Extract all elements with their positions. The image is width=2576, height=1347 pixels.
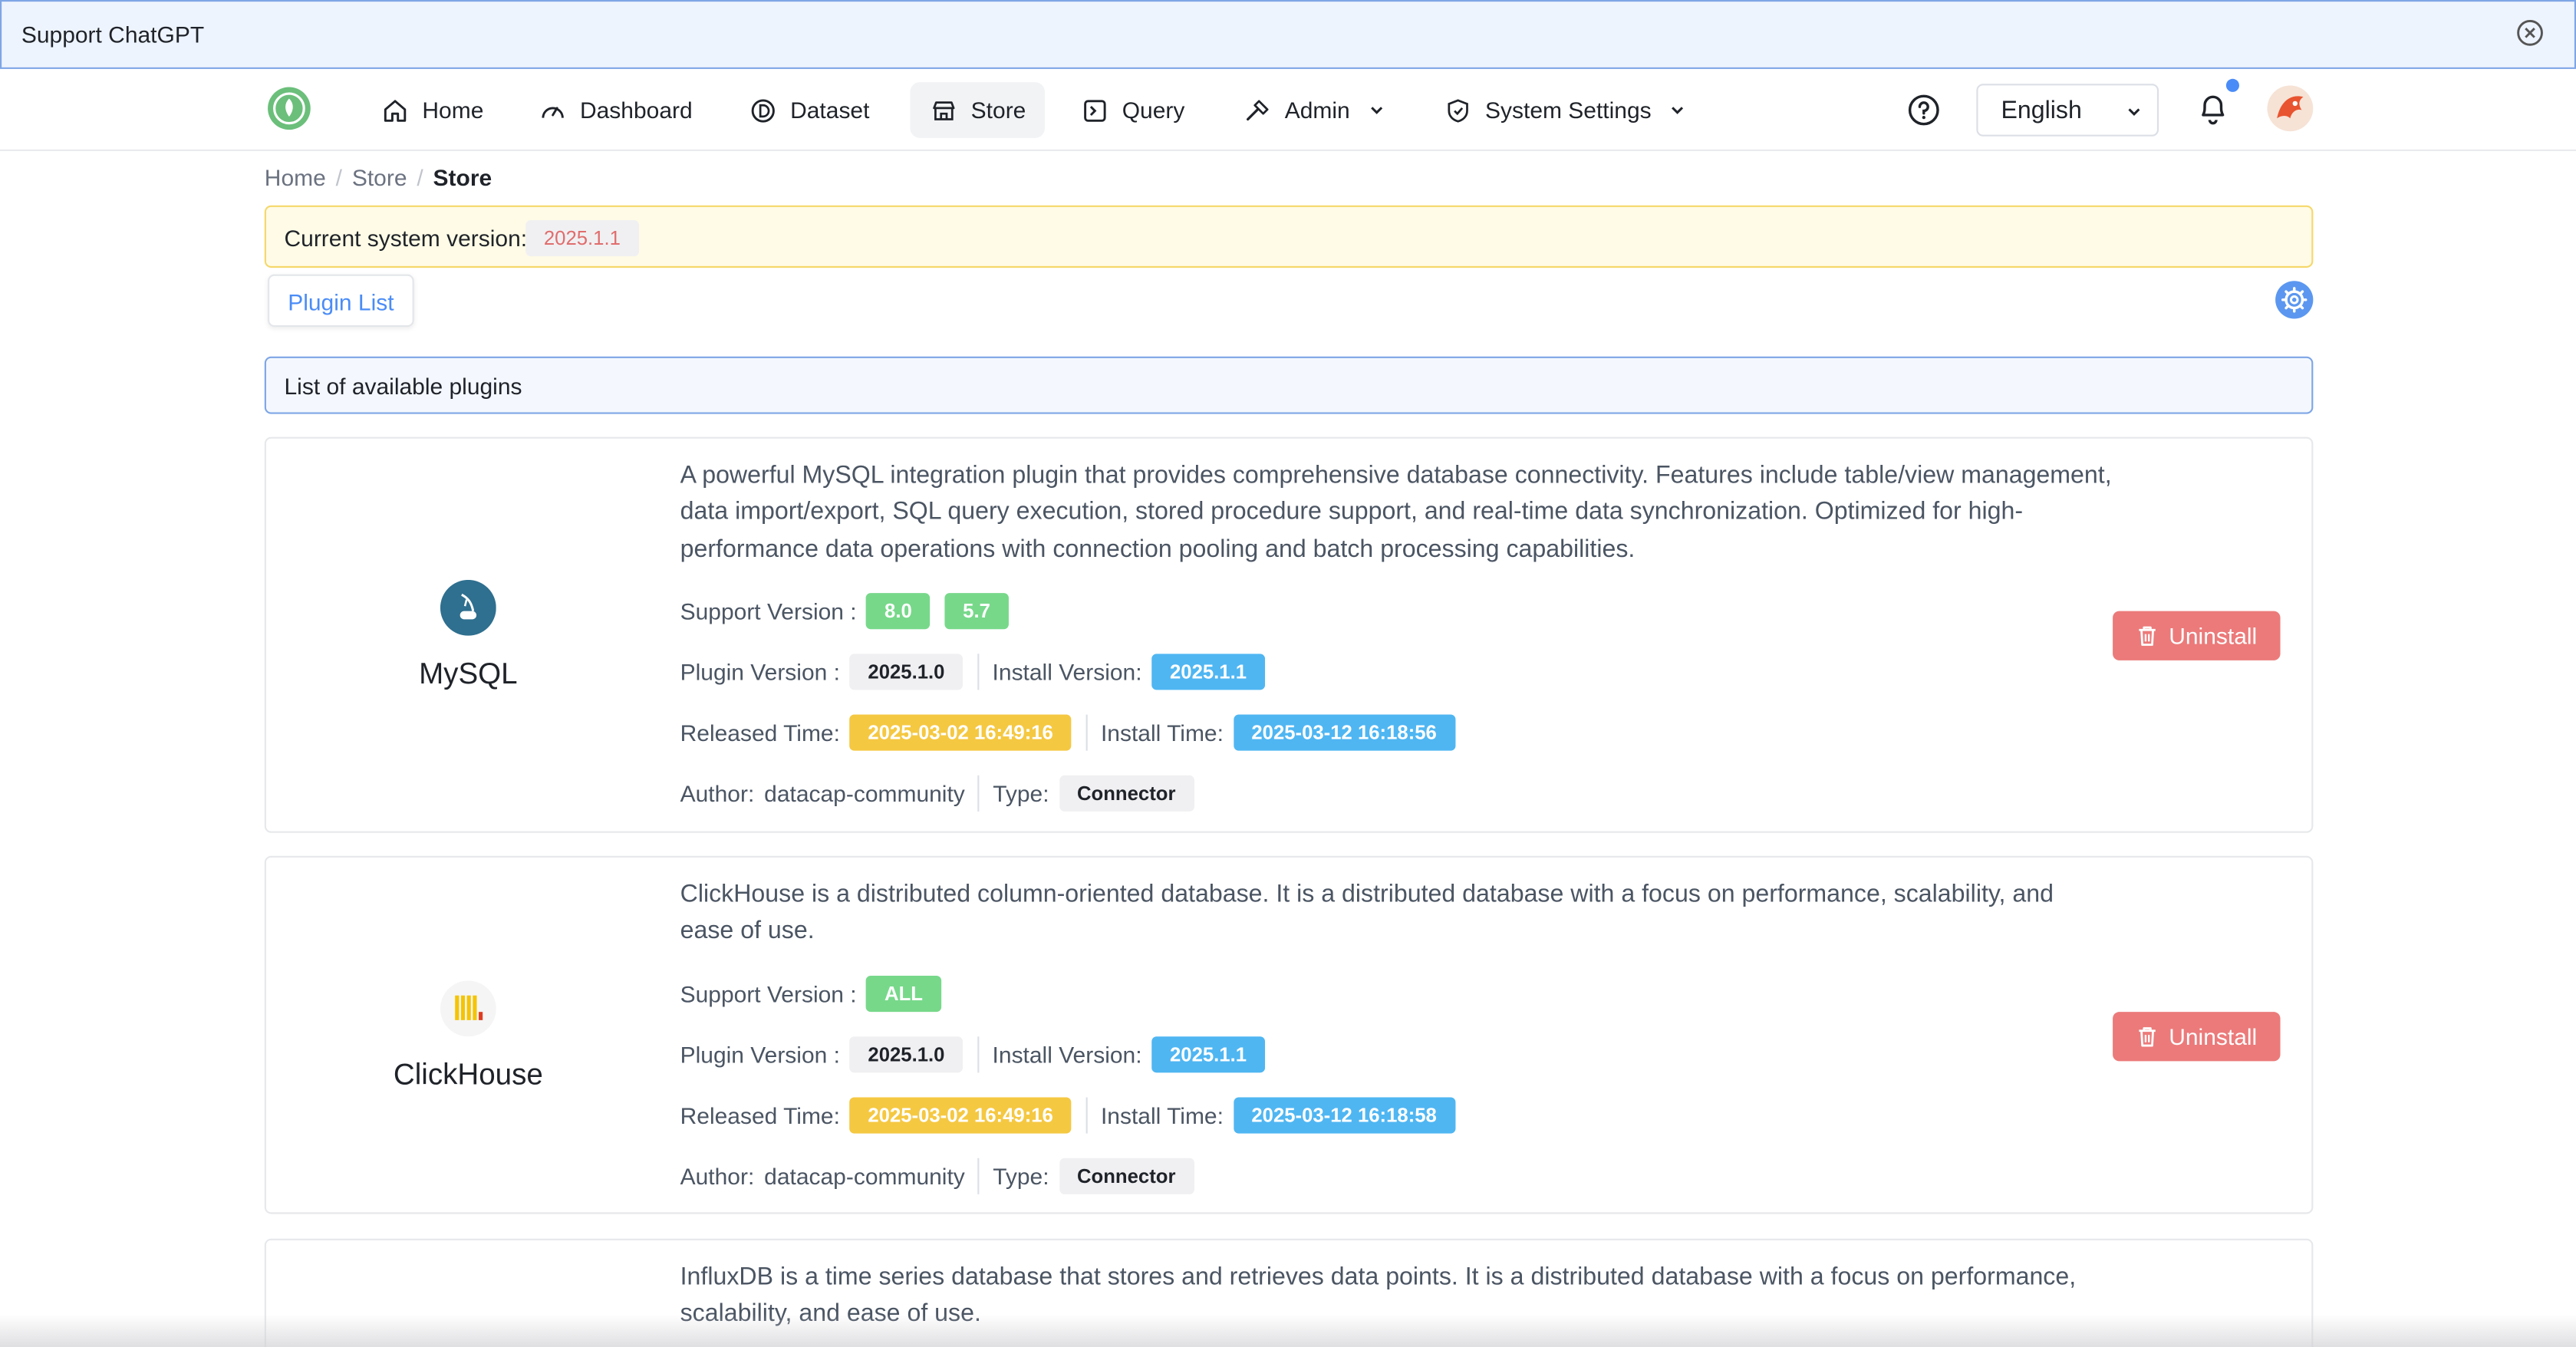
- trash-icon: [2139, 1027, 2156, 1047]
- gear-icon: [2281, 287, 2308, 313]
- install-version-tag: 2025.1.1: [1151, 654, 1265, 690]
- support-version-tag: ALL: [866, 976, 941, 1013]
- nav-store[interactable]: Store: [910, 82, 1046, 138]
- type-tag: Connector: [1059, 1158, 1194, 1194]
- nav-home[interactable]: Home: [361, 82, 503, 138]
- avatar[interactable]: [2267, 85, 2314, 132]
- plugin-description: ClickHouse is a distributed column-orien…: [680, 880, 2054, 946]
- author-row: Author: datacap-community Type: Connecto…: [680, 1157, 1209, 1196]
- install-time-tag: 2025-03-12 16:18:58: [1233, 1097, 1455, 1134]
- list-header: List of available plugins: [264, 356, 2314, 414]
- store-settings-button[interactable]: [2275, 281, 2314, 319]
- breadcrumb-store[interactable]: Store: [352, 164, 407, 190]
- gauge-icon: [542, 106, 564, 117]
- time-row: Released Time: 2025-03-02 16:49:16 Insta…: [680, 713, 1470, 752]
- mysql-logo-icon: [440, 579, 496, 636]
- breadcrumb: Home / Store / Store: [265, 164, 492, 190]
- released-time-tag: 2025-03-02 16:49:16: [849, 1097, 1072, 1134]
- terminal-icon: [1084, 99, 1106, 121]
- plugin-name: MySQL: [419, 657, 518, 690]
- time-row: Released Time: 2025-03-02 16:49:16 Insta…: [680, 1095, 1470, 1135]
- version-row: Plugin Version : 2025.1.0 Install Versio…: [680, 652, 1280, 691]
- nav-query[interactable]: Query: [1061, 82, 1204, 138]
- support-version-row: Support Version : 8.0 5.7: [680, 591, 1023, 631]
- logo-icon[interactable]: [266, 85, 312, 131]
- type-tag: Connector: [1059, 775, 1194, 812]
- language-value: English: [2001, 97, 2082, 125]
- version-row: Plugin Version : 2025.1.0 Install Versio…: [680, 1035, 1280, 1074]
- chevron-down-icon: [2128, 108, 2140, 116]
- released-time-tag: 2025-03-02 16:49:16: [849, 714, 1072, 751]
- plugin-version-tag: 2025.1.0: [849, 1036, 964, 1073]
- chevron-down-icon: [1672, 107, 1684, 114]
- top-nav: Home Dashboard Dataset Store Query Admin…: [0, 68, 2576, 152]
- window-bottom-shadow: [0, 1314, 2576, 1347]
- plugin-card-mysql: MySQL A powerful MySQL integration plugi…: [264, 436, 2314, 833]
- clickhouse-logo-icon: [440, 980, 496, 1037]
- install-time-tag: 2025-03-12 16:18:56: [1233, 714, 1455, 751]
- trash-icon: [2139, 626, 2156, 646]
- notification-dot: [2225, 78, 2240, 92]
- home-icon: [384, 99, 407, 121]
- dataset-icon: [751, 98, 775, 122]
- version-label: Current system version:: [284, 225, 528, 252]
- support-version-row: Support Version : ALL: [680, 974, 956, 1013]
- support-version-tag: 8.0: [866, 593, 931, 630]
- help-icon[interactable]: [1906, 92, 1942, 128]
- uninstall-button[interactable]: Uninstall: [2113, 1012, 2281, 1062]
- uninstall-button[interactable]: Uninstall: [2113, 611, 2281, 660]
- nav-admin[interactable]: Admin: [1224, 82, 1405, 138]
- hammer-icon: [1247, 99, 1269, 120]
- bell-icon[interactable]: [2195, 91, 2231, 127]
- shield-icon: [1448, 98, 1468, 122]
- language-select[interactable]: English: [1976, 84, 2159, 137]
- support-version-tag: 5.7: [944, 593, 1009, 630]
- breadcrumb-home[interactable]: Home: [265, 164, 326, 190]
- breadcrumb-current: Store: [433, 164, 492, 191]
- nav-dashboard[interactable]: Dashboard: [519, 82, 713, 138]
- author-row: Author: datacap-community Type: Connecto…: [680, 774, 1209, 813]
- close-icon[interactable]: [2515, 18, 2545, 48]
- system-version-alert: Current system version: 2025.1.1: [264, 205, 2314, 268]
- author-value: datacap-community: [764, 1163, 965, 1190]
- tab-plugin-list[interactable]: Plugin List: [268, 274, 414, 328]
- install-version-tag: 2025.1.1: [1151, 1036, 1265, 1073]
- banner-text: Support ChatGPT: [21, 21, 205, 48]
- nav-system-settings[interactable]: System Settings: [1425, 82, 1708, 138]
- breadcrumb-separator: /: [335, 164, 342, 191]
- nav-dataset[interactable]: Dataset: [730, 82, 889, 138]
- author-value: datacap-community: [764, 780, 965, 807]
- plugin-name: ClickHouse: [393, 1058, 543, 1091]
- chevron-down-icon: [1370, 107, 1382, 114]
- store-icon: [933, 100, 955, 120]
- plugin-description: A powerful MySQL integration plugin that…: [680, 461, 2112, 564]
- plugin-card-clickhouse: ClickHouse ClickHouse is a distributed c…: [264, 855, 2314, 1214]
- page: Support ChatGPT Home Dashboard Dataset S…: [0, 0, 2576, 1347]
- version-tag: 2025.1.1: [525, 219, 639, 257]
- support-banner: Support ChatGPT: [0, 0, 2576, 69]
- plugin-version-tag: 2025.1.0: [849, 654, 964, 690]
- breadcrumb-separator: /: [417, 164, 423, 191]
